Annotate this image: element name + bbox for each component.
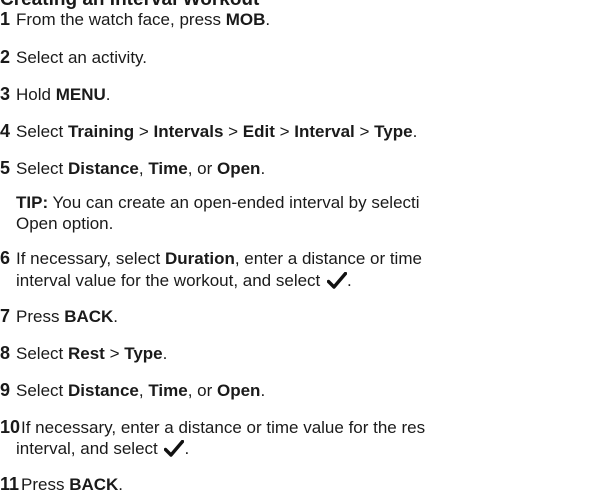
step-text: Select xyxy=(16,344,68,363)
period: . xyxy=(184,439,190,458)
step-number: 11 xyxy=(0,474,20,494)
step-text: , xyxy=(138,381,149,400)
button-name: MOB xyxy=(225,10,266,29)
period: . xyxy=(347,271,352,290)
step-text: Hold xyxy=(16,85,56,104)
option-name: Time xyxy=(148,381,188,400)
menu-item-name: Interval xyxy=(294,122,355,141)
separator: > xyxy=(354,122,375,141)
button-name: BACK xyxy=(69,475,119,494)
step-text: Select xyxy=(16,381,68,400)
step-text: Select an activity. xyxy=(16,48,148,67)
separator: > xyxy=(104,344,125,363)
menu-item-name: Type xyxy=(124,344,163,363)
tip-label: TIP: xyxy=(16,193,49,212)
tip-text: Open option. xyxy=(16,214,114,233)
step-number: 1 xyxy=(0,9,11,29)
step-number: 8 xyxy=(0,343,11,363)
step-text: , xyxy=(138,159,149,178)
step-number: 7 xyxy=(0,306,11,326)
step-text: interval, and select xyxy=(16,439,163,458)
option-name: Distance xyxy=(67,159,139,178)
step-text: . xyxy=(265,10,271,29)
step-text: If necessary, select xyxy=(16,249,165,268)
menu-item-name: Intervals xyxy=(153,122,224,141)
separator: > xyxy=(134,122,154,141)
checkmark-icon xyxy=(327,272,347,289)
menu-item-name: Type xyxy=(374,122,413,141)
option-name: Duration xyxy=(164,249,235,268)
step-number: 2 xyxy=(0,47,11,67)
step-text: Select xyxy=(16,122,68,141)
step-text: . xyxy=(118,475,124,494)
separator: > xyxy=(223,122,243,141)
option-name: Open xyxy=(216,159,261,178)
step-number: 10 xyxy=(0,417,21,437)
step-text: . xyxy=(162,344,168,363)
step-text: . xyxy=(260,159,266,178)
step-text: If necessary, enter a distance or time v… xyxy=(21,418,426,437)
tip-text: You can create an open-ended interval by… xyxy=(48,193,420,212)
option-name: Open xyxy=(216,381,261,400)
tip-note: TIP: You can create an open-ended interv… xyxy=(16,192,420,213)
step-text: Select xyxy=(16,159,68,178)
step-number: 3 xyxy=(0,84,11,104)
step-text: , or xyxy=(187,381,217,400)
step-text: , enter a distance or time xyxy=(234,249,422,268)
step-number: 6 xyxy=(0,248,11,268)
step-number: 9 xyxy=(0,380,11,400)
tip-note-line-2: Open option. xyxy=(16,213,113,234)
menu-item-name: Rest xyxy=(67,344,105,363)
step-text: . xyxy=(412,122,418,141)
menu-item-name: Training xyxy=(67,122,135,141)
step-text: From the watch face, press xyxy=(16,10,226,29)
step-number: 4 xyxy=(0,121,11,141)
step-text: . xyxy=(105,85,111,104)
step-text: Press xyxy=(21,475,70,494)
checkmark-icon xyxy=(164,440,185,457)
step-number: 5 xyxy=(0,158,11,178)
separator: > xyxy=(274,122,295,141)
option-name: Distance xyxy=(67,381,139,400)
menu-item-name: Edit xyxy=(242,122,275,141)
option-name: Time xyxy=(148,159,188,178)
button-name: MENU xyxy=(55,85,106,104)
step-text: , or xyxy=(187,159,217,178)
button-name: BACK xyxy=(64,307,114,326)
step-text: interval value for the workout, and sele… xyxy=(16,271,325,290)
step-text: . xyxy=(260,381,266,400)
step-text: . xyxy=(113,307,119,326)
step-text: Press xyxy=(16,307,65,326)
